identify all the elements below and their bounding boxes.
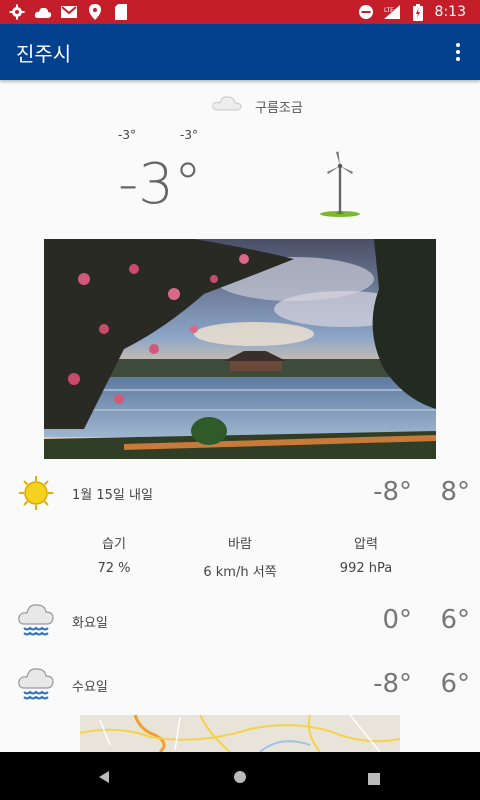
current-temperature: -3°	[118, 152, 202, 217]
sun-icon	[18, 475, 54, 515]
rain-cloud-icon	[18, 600, 54, 644]
pressure-value: 992 hPa	[339, 561, 393, 576]
current-low: -3°	[118, 128, 136, 142]
current-high: -3°	[180, 128, 198, 142]
forecast-high: 8°	[440, 477, 470, 507]
forecast-low: -8°	[373, 669, 412, 699]
gmail-icon	[60, 3, 78, 21]
location-icon	[86, 3, 104, 21]
back-icon[interactable]	[97, 769, 111, 788]
condition-text: 구름조금	[255, 101, 303, 116]
lte-signal-icon: LTE	[383, 3, 401, 21]
forecast-high: 6°	[440, 605, 470, 635]
forecast-day-label: 1월 15일 내일	[72, 488, 153, 503]
map-preview[interactable]	[80, 715, 400, 752]
city-photo	[44, 239, 436, 459]
cloud-icon	[34, 3, 52, 21]
cloud-icon	[212, 94, 242, 116]
forecast-row-tuesday[interactable]: 화요일 0° 6°	[0, 596, 480, 646]
forecast-day-label: 화요일	[72, 616, 108, 631]
humidity-label: 습기	[102, 537, 126, 552]
humidity-value: 72 %	[97, 561, 131, 576]
settings-icon	[8, 3, 26, 21]
rain-cloud-icon	[18, 664, 54, 708]
wind-value: 6 km/h 서쪽	[203, 565, 277, 580]
recents-icon[interactable]	[368, 770, 380, 789]
forecast-row-wednesday[interactable]: 수요일 -8° 6°	[0, 660, 480, 710]
pressure-label: 압력	[354, 537, 378, 552]
city-title: 진주시	[16, 42, 72, 66]
home-icon[interactable]	[233, 769, 247, 788]
forecast-low: 0°	[382, 605, 412, 635]
forecast-high: 6°	[440, 669, 470, 699]
status-time: 8:13	[434, 4, 466, 20]
do-not-disturb-icon	[357, 3, 375, 21]
forecast-day-label: 수요일	[72, 680, 108, 695]
svg-text:LTE: LTE	[384, 7, 394, 14]
current-condition: 구름조금	[0, 94, 480, 118]
wind-label: 바람	[228, 537, 252, 552]
forecast-low: -8°	[373, 477, 412, 507]
more-vert-icon[interactable]	[446, 40, 470, 64]
battery-icon	[409, 3, 427, 21]
forecast-row-tomorrow[interactable]: 1월 15일 내일 -8° 8°	[0, 467, 480, 517]
status-bar: LTE 8:13	[0, 0, 480, 24]
wind-turbine-icon	[316, 150, 364, 222]
system-navigation-bar	[0, 752, 480, 800]
sd-card-icon	[112, 3, 130, 21]
app-bar: 진주시	[0, 24, 480, 80]
